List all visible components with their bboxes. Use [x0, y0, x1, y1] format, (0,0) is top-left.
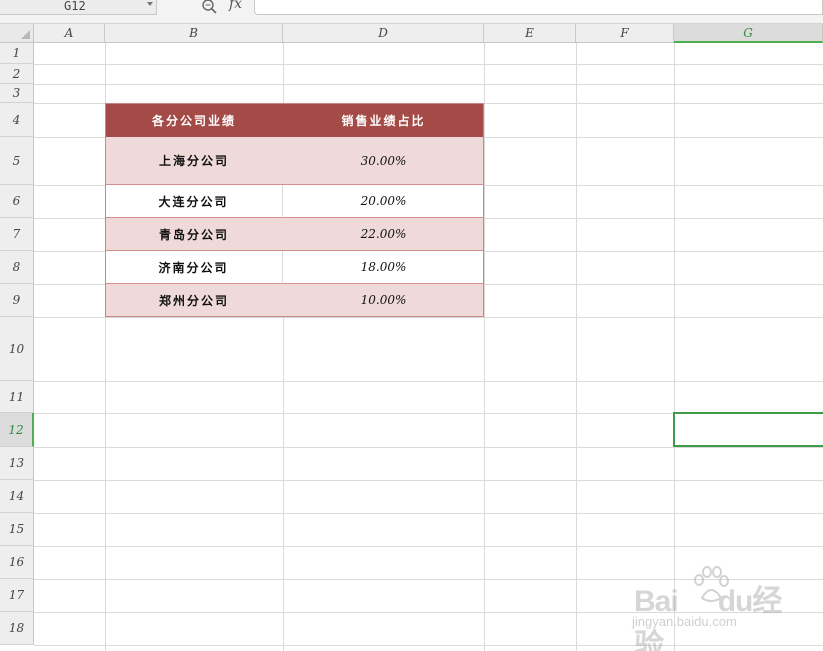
formula-bar: G12 fx [0, 0, 823, 24]
grid-line [34, 64, 823, 65]
row-header-8[interactable]: 8 [0, 251, 34, 284]
row-header-11[interactable]: 11 [0, 381, 34, 413]
column-header-b[interactable]: B [105, 24, 283, 43]
watermark-url: jingyan.baidu.com [632, 614, 737, 629]
grid-line [34, 317, 823, 318]
row-header-1[interactable]: 1 [0, 43, 34, 64]
row-header-4[interactable]: 4 [0, 103, 34, 137]
grid-line [34, 546, 823, 547]
column-header-g[interactable]: G [674, 24, 823, 43]
zoom-icon[interactable] [201, 0, 219, 14]
select-all-icon [21, 30, 30, 39]
table-cell-share[interactable]: 18.00% [283, 251, 484, 284]
row-header-7[interactable]: 7 [0, 218, 34, 251]
baidu-watermark: Bai du经验 jingyan.baidu.com [626, 564, 796, 651]
table-cell-share[interactable]: 10.00% [283, 284, 484, 317]
row-header-17[interactable]: 17 [0, 579, 34, 612]
table-header-share[interactable]: 销售业绩占比 [283, 103, 484, 137]
grid-line [34, 480, 823, 481]
select-all-corner[interactable] [0, 24, 34, 43]
row-header-14[interactable]: 14 [0, 480, 34, 513]
row-header-13[interactable]: 13 [0, 447, 34, 480]
row-header-12[interactable]: 12 [0, 413, 34, 447]
grid-line [34, 84, 823, 85]
row-header-15[interactable]: 15 [0, 513, 34, 546]
table-header-branch[interactable]: 各分公司业绩 [105, 103, 283, 137]
table-cell-branch[interactable]: 大连分公司 [105, 185, 283, 218]
row-header-5[interactable]: 5 [0, 137, 34, 185]
table-cell-branch[interactable]: 郑州分公司 [105, 284, 283, 317]
table-cell-share[interactable]: 30.00% [283, 137, 484, 185]
column-header-e[interactable]: E [484, 24, 576, 43]
table-cell-branch[interactable]: 济南分公司 [105, 251, 283, 284]
row-header-10[interactable]: 10 [0, 317, 34, 381]
grid-line [34, 513, 823, 514]
row-header-2[interactable]: 2 [0, 64, 34, 84]
grid-line [34, 447, 823, 448]
name-box-value: G12 [64, 0, 86, 13]
column-header-d[interactable]: D [283, 24, 484, 43]
name-box[interactable]: G12 [0, 0, 157, 15]
table-cell-share[interactable]: 20.00% [283, 185, 484, 218]
table-cell-branch[interactable]: 上海分公司 [105, 137, 283, 185]
chevron-down-icon[interactable] [147, 2, 153, 6]
table-cell-branch[interactable]: 青岛分公司 [105, 218, 283, 251]
row-header-16[interactable]: 16 [0, 546, 34, 579]
row-header-18[interactable]: 18 [0, 612, 34, 645]
table-cell-share[interactable]: 22.00% [283, 218, 484, 251]
grid-line [484, 43, 485, 651]
grid-line [576, 43, 577, 651]
column-header-f[interactable]: F [576, 24, 674, 43]
fx-icon[interactable]: fx [229, 0, 242, 12]
active-cell-g12[interactable] [673, 412, 823, 447]
column-header-a[interactable]: A [34, 24, 105, 43]
grid-line [34, 381, 823, 382]
row-header-9[interactable]: 9 [0, 284, 34, 317]
grid-line [674, 43, 675, 651]
row-header-6[interactable]: 6 [0, 185, 34, 218]
formula-input[interactable] [254, 0, 823, 15]
row-header-3[interactable]: 3 [0, 84, 34, 103]
